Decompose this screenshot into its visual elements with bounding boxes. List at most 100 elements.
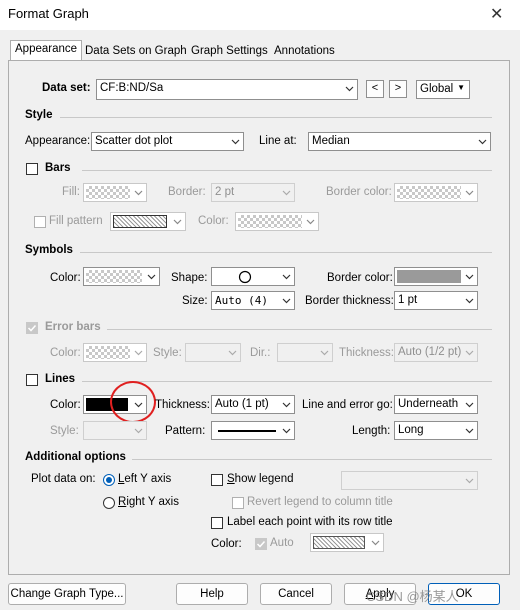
error-bars-style-label: Style: bbox=[153, 347, 182, 359]
chevron-down-icon bbox=[134, 428, 143, 434]
dataset-value: CF:B:ND/Sa bbox=[100, 82, 164, 94]
error-bars-header: Error bars bbox=[45, 321, 101, 333]
revert-legend-label: Revert legend to column title bbox=[247, 496, 393, 508]
next-dataset-button[interactable]: > bbox=[389, 80, 407, 98]
lines-style-select[interactable] bbox=[83, 421, 147, 440]
symbol-border-color-select[interactable] bbox=[394, 267, 478, 286]
auto-color-checkbox[interactable] bbox=[255, 538, 267, 550]
change-graph-type-button[interactable]: Change Graph Type... bbox=[8, 583, 126, 605]
size-select[interactable]: Auto (4) bbox=[211, 291, 295, 310]
bars-color-select[interactable] bbox=[235, 212, 319, 231]
line-at-select[interactable]: Median bbox=[308, 132, 491, 151]
cancel-button[interactable]: Cancel bbox=[260, 583, 332, 605]
bars-border-select[interactable]: 2 pt bbox=[211, 183, 295, 202]
scope-value: Global bbox=[420, 83, 454, 95]
lines-thickness-select[interactable]: Auto (1 pt) bbox=[211, 395, 295, 414]
chevron-down-icon bbox=[465, 274, 474, 280]
right-y-axis-radio[interactable] bbox=[103, 497, 115, 509]
line-error-go-label: Line and error go: bbox=[302, 399, 393, 411]
shape-label: Shape: bbox=[171, 272, 208, 284]
line-at-value: Median bbox=[312, 135, 350, 147]
chevron-down-icon bbox=[465, 402, 474, 408]
bars-header: Bars bbox=[45, 162, 71, 174]
border-thickness-label: Border thickness: bbox=[305, 295, 394, 307]
fill-swatch bbox=[86, 186, 130, 199]
chevron-down-icon bbox=[282, 190, 291, 196]
show-legend-label[interactable]: Show legend bbox=[227, 473, 294, 485]
appearance-value: Scatter dot plot bbox=[95, 135, 173, 147]
lines-divider bbox=[82, 381, 492, 382]
close-icon[interactable]: ✕ bbox=[490, 4, 503, 24]
help-button[interactable]: Help bbox=[176, 583, 248, 605]
length-value: Long bbox=[398, 424, 424, 436]
lines-color-label: Color: bbox=[50, 399, 81, 411]
error-bars-style-select[interactable] bbox=[185, 343, 241, 362]
color-swatch bbox=[238, 215, 302, 228]
fill-pattern-checkbox[interactable] bbox=[34, 216, 46, 228]
error-bars-divider bbox=[107, 329, 492, 330]
line-error-go-select[interactable]: Underneath bbox=[394, 395, 478, 414]
additional-options-header: Additional options bbox=[25, 451, 126, 463]
legend-position-select[interactable] bbox=[341, 471, 478, 490]
error-bars-thickness-select[interactable]: Auto (1/2 pt) bbox=[394, 343, 478, 362]
chevron-down-icon bbox=[478, 139, 487, 145]
lines-thickness-value: Auto (1 pt) bbox=[215, 398, 269, 410]
label-color-swatch bbox=[313, 536, 365, 549]
size-value: Auto (4) bbox=[215, 294, 268, 307]
bars-fill-select[interactable] bbox=[83, 183, 147, 202]
symbols-header: Symbols bbox=[25, 244, 73, 256]
right-y-axis-label[interactable]: Right Y axis bbox=[118, 496, 179, 508]
lines-checkbox[interactable] bbox=[26, 374, 38, 386]
bars-divider bbox=[82, 170, 492, 171]
shape-select[interactable] bbox=[211, 267, 295, 286]
left-y-axis-radio[interactable] bbox=[103, 474, 115, 486]
show-legend-checkbox[interactable] bbox=[211, 474, 223, 486]
style-header: Style bbox=[25, 109, 53, 121]
dataset-label: Data set: bbox=[42, 82, 91, 94]
bars-checkbox[interactable] bbox=[26, 163, 38, 175]
error-bars-dir-label: Dir.: bbox=[250, 347, 271, 359]
check-icon bbox=[27, 324, 37, 332]
error-bars-color-select[interactable] bbox=[83, 343, 147, 362]
label-color-label: Color: bbox=[211, 538, 242, 550]
error-bars-thickness-label: Thickness: bbox=[339, 347, 394, 359]
prev-dataset-button[interactable]: < bbox=[366, 80, 384, 98]
label-each-point-checkbox[interactable] bbox=[211, 517, 223, 529]
chevron-down-icon bbox=[228, 350, 237, 356]
appearance-select[interactable]: Scatter dot plot bbox=[91, 132, 244, 151]
plot-data-on-label: Plot data on: bbox=[31, 473, 96, 485]
chevron-down-icon bbox=[345, 86, 354, 92]
bars-border-color-label: Border color: bbox=[326, 186, 392, 198]
bars-border-label: Border: bbox=[168, 186, 206, 198]
revert-legend-checkbox[interactable] bbox=[232, 497, 244, 509]
chevron-down-icon bbox=[282, 298, 291, 304]
appearance-label: Appearance: bbox=[25, 135, 91, 147]
symbol-border-color-label: Border color: bbox=[327, 272, 393, 284]
chevron-down-icon bbox=[134, 190, 143, 196]
length-select[interactable]: Long bbox=[394, 421, 478, 440]
label-color-select[interactable] bbox=[310, 533, 384, 552]
border-thickness-select[interactable]: 1 pt bbox=[394, 291, 478, 310]
chevron-down-icon bbox=[147, 274, 156, 280]
line-at-label: Line at: bbox=[259, 135, 297, 147]
error-bars-dir-select[interactable] bbox=[277, 343, 333, 362]
size-label: Size: bbox=[182, 295, 208, 307]
chevron-down-icon bbox=[231, 139, 240, 145]
label-each-point-label: Label each point with its row title bbox=[227, 516, 393, 528]
pattern-select[interactable] bbox=[211, 421, 295, 440]
error-bars-checkbox[interactable] bbox=[26, 322, 38, 334]
scope-select[interactable]: Global ▼ bbox=[416, 80, 470, 99]
chevron-down-icon bbox=[282, 428, 291, 434]
border-color-swatch bbox=[397, 186, 461, 199]
symbols-color-select[interactable] bbox=[83, 267, 160, 286]
length-label: Length: bbox=[352, 425, 391, 437]
watermark: CSDN @杨某人 bbox=[366, 589, 459, 604]
symbol-color-swatch bbox=[86, 270, 142, 283]
symbols-color-label: Color: bbox=[50, 272, 81, 284]
left-y-axis-label[interactable]: Left Y axis bbox=[118, 473, 171, 485]
fill-pattern-select[interactable] bbox=[110, 212, 186, 231]
dropdown-arrow-icon: ▼ bbox=[457, 83, 465, 92]
dataset-select[interactable]: CF:B:ND/Sa bbox=[96, 79, 358, 100]
symbols-divider bbox=[80, 252, 492, 253]
bars-border-color-select[interactable] bbox=[394, 183, 478, 202]
